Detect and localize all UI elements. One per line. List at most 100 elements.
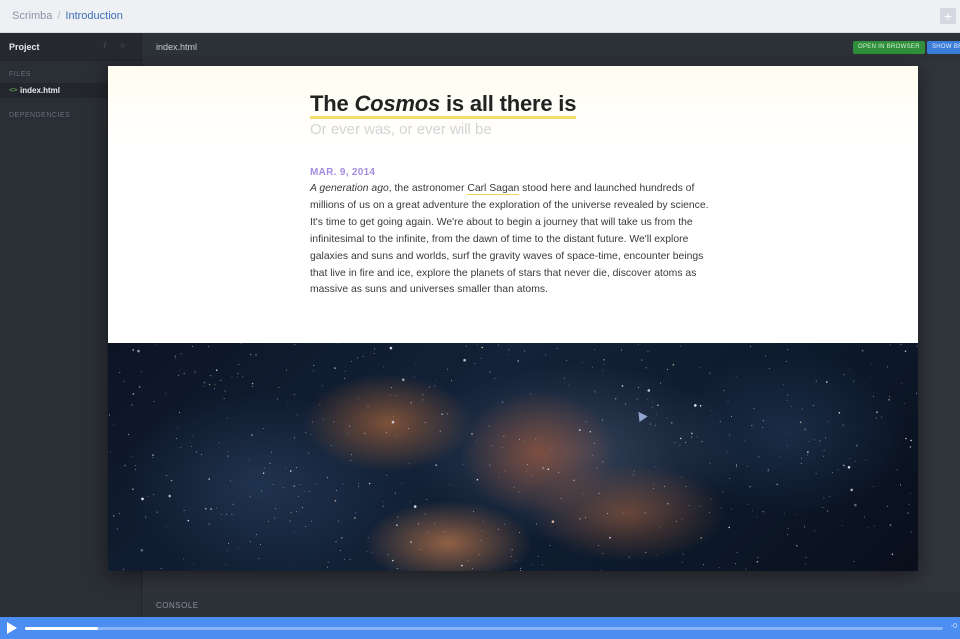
star [794,513,796,515]
star [647,398,649,400]
star [323,418,325,420]
star [515,560,517,562]
star [225,564,227,566]
star [520,567,522,569]
star [905,437,907,440]
star [435,464,438,466]
tab-index-html[interactable]: index.html [156,42,197,52]
star [374,348,376,350]
star [745,568,747,570]
star [826,381,828,383]
star [128,434,130,435]
star [641,359,643,361]
star [123,569,124,571]
star [110,451,111,453]
carl-sagan-link[interactable]: Carl Sagan [467,183,520,195]
star [682,553,684,555]
add-icon[interactable]: + [940,8,956,24]
star [242,376,244,378]
star [814,530,816,532]
star [491,445,493,447]
breadcrumb-separator: / [57,10,61,22]
star [594,391,596,393]
star [674,441,676,443]
star [785,361,787,362]
star [847,466,851,469]
preview-pane[interactable]: The Cosmos is all there is Or ever was, … [108,66,918,571]
show-browser-button[interactable]: SHOW BR [927,41,960,54]
sidebar-tools-icons[interactable]: / ○ [104,41,131,50]
star [168,494,171,498]
star [391,387,393,389]
star [718,567,720,569]
star [434,522,436,524]
star [659,526,661,528]
star [227,550,229,552]
open-in-browser-button[interactable]: OPEN IN BROWSER [853,41,925,54]
star [502,447,504,448]
star [226,513,228,515]
star [350,459,352,461]
progress-track[interactable] [25,627,943,630]
star [694,404,697,407]
star [727,400,729,402]
star [886,505,888,507]
star [657,404,659,407]
star [238,364,240,366]
star [854,460,856,462]
star [549,544,551,546]
star [654,424,656,426]
star [290,512,292,514]
star [822,455,824,457]
star [396,524,398,526]
star [762,426,763,428]
star [801,408,803,410]
star [519,438,521,440]
stars-layer [109,343,918,571]
play-icon[interactable] [7,622,17,634]
star [652,487,654,489]
star [672,364,675,366]
star [904,350,907,353]
star [498,476,500,478]
star [681,476,682,478]
star [637,386,639,388]
star [118,512,120,514]
star [791,406,793,408]
star [804,563,806,565]
star [488,425,490,427]
breadcrumb-current[interactable]: Introduction [65,10,122,22]
star [762,510,765,513]
star [183,558,185,560]
star [449,484,451,486]
star [636,398,638,400]
star [503,523,505,525]
star [633,470,635,472]
star [137,349,140,353]
star [853,380,855,382]
star [154,344,156,346]
star [227,455,229,457]
console-label[interactable]: CONSOLE [156,601,199,610]
breadcrumb-root[interactable]: Scrimba [12,10,52,22]
star [497,528,499,530]
star [756,561,759,563]
star [295,467,297,469]
star [141,497,144,501]
star [888,396,890,398]
star [582,493,584,495]
star [349,558,351,560]
star [651,406,653,408]
star [343,378,345,380]
star [428,386,430,388]
star [526,470,528,472]
star [480,358,482,360]
star [633,474,634,476]
star [804,428,806,431]
star [699,505,700,507]
star [413,376,415,378]
page-title: The Cosmos is all there is [310,92,576,119]
star [341,537,343,539]
star [424,422,426,423]
star [226,417,228,419]
